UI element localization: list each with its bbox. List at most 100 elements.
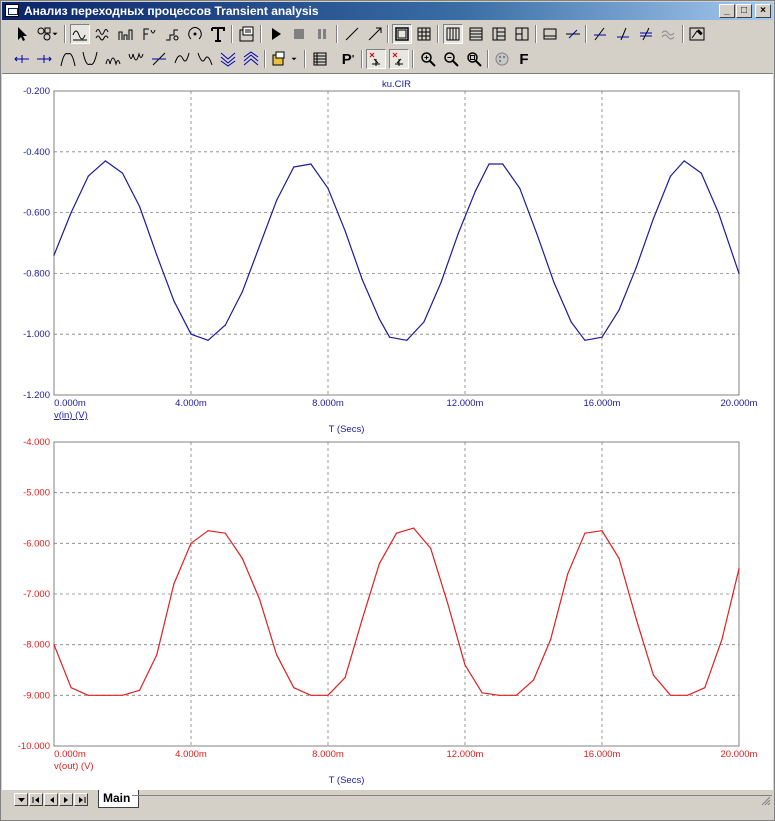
- y-tick-label: -0.200: [23, 86, 50, 97]
- separator: [487, 50, 489, 68]
- low-icon: [128, 52, 144, 61]
- peak-button[interactable]: [58, 49, 78, 69]
- export-button[interactable]: [687, 24, 707, 44]
- probe-3-button[interactable]: [636, 24, 656, 44]
- spectrum-button[interactable]: [93, 24, 113, 44]
- tag-dropdown[interactable]: [289, 49, 299, 69]
- layout-3-button[interactable]: [489, 24, 509, 44]
- cursor-cross-button[interactable]: [563, 24, 583, 44]
- markers-icon: [369, 52, 380, 66]
- valley-button[interactable]: [80, 49, 100, 69]
- cross-icon: [566, 29, 580, 39]
- series-line: [53, 527, 740, 696]
- zoom-fit-icon: [467, 52, 482, 67]
- slope-down-button[interactable]: [172, 49, 192, 69]
- data-point: [310, 163, 312, 165]
- maximize-button[interactable]: □: [736, 4, 752, 18]
- table-icon: [313, 52, 327, 66]
- cursor-right-button[interactable]: [34, 49, 54, 69]
- sheet-tab-main[interactable]: Main: [98, 790, 140, 808]
- sheet-nav-prev[interactable]: [44, 793, 58, 806]
- grid-button[interactable]: [414, 24, 434, 44]
- color-button[interactable]: [492, 49, 512, 69]
- data-point: [395, 532, 398, 534]
- y-tick-label: -0.400: [23, 147, 50, 158]
- sheet-nav-first[interactable]: [29, 793, 43, 806]
- tab-strip-divider: [132, 795, 772, 796]
- waveform-button[interactable]: [70, 24, 90, 44]
- stop-button[interactable]: [289, 24, 309, 44]
- cursor-left-button[interactable]: [12, 49, 32, 69]
- title-bar[interactable]: Анализ переходных процессов Transient an…: [2, 2, 773, 20]
- data-point: [669, 694, 672, 696]
- data-point: [738, 272, 740, 274]
- data-point: [457, 233, 459, 235]
- slope-up-button[interactable]: [149, 49, 169, 69]
- peak-icon: [60, 53, 76, 67]
- text-tool-button[interactable]: [208, 24, 228, 44]
- histogram-button[interactable]: [116, 24, 136, 44]
- run-button[interactable]: [266, 24, 286, 44]
- sheet-nav-next[interactable]: [59, 793, 73, 806]
- arrow-icon: [368, 27, 382, 41]
- inflection-button[interactable]: [195, 49, 215, 69]
- data-point: [241, 557, 243, 560]
- data-point: [721, 639, 723, 641]
- zoom-out-button[interactable]: [441, 49, 461, 69]
- plot-area[interactable]: 0.000m 4.000m 8.000m 12.000m 16.000m 20.000m -…: [2, 73, 773, 791]
- data-point: [276, 654, 278, 656]
- zoom-fit-button[interactable]: [464, 49, 484, 69]
- format-p-button[interactable]: P ': [338, 49, 358, 69]
- x-axis-label: T (Secs): [329, 424, 365, 435]
- sheet-nav-last[interactable]: [74, 793, 88, 806]
- layout-1-button[interactable]: [443, 24, 463, 44]
- high-button[interactable]: [103, 49, 123, 69]
- data-point: [310, 694, 312, 696]
- properties-button[interactable]: [237, 24, 257, 44]
- data-point: [536, 233, 538, 235]
- horizontal-line-button[interactable]: [540, 24, 560, 44]
- probe-4-button[interactable]: [659, 24, 679, 44]
- global-low-button[interactable]: [241, 49, 261, 69]
- probe-2-button[interactable]: [613, 24, 633, 44]
- layout-2-button[interactable]: [466, 24, 486, 44]
- data-point: [423, 321, 425, 323]
- plots-canvas[interactable]: 0.000m 4.000m 8.000m 12.000m 16.000m 20.000m -…: [2, 74, 773, 791]
- eye-pattern-button[interactable]: [139, 24, 159, 44]
- close-button[interactable]: ×: [755, 4, 771, 18]
- layout-split-icon: [492, 27, 506, 41]
- data-point: [156, 654, 158, 656]
- tag-button[interactable]: [270, 49, 290, 69]
- data-point: [683, 160, 685, 162]
- sheet-nav-dropdown[interactable]: [14, 793, 28, 806]
- frame-button[interactable]: [392, 24, 412, 44]
- separator: [437, 25, 439, 43]
- low-button[interactable]: [126, 49, 146, 69]
- pause-button[interactable]: [312, 24, 332, 44]
- global-high-icon: [220, 52, 236, 67]
- arrow-tool-button[interactable]: [365, 24, 385, 44]
- polar-button[interactable]: [185, 24, 205, 44]
- markers-1-button[interactable]: [366, 49, 386, 69]
- annotate-dropdown[interactable]: [50, 24, 60, 44]
- data-point: [139, 689, 141, 691]
- font-button[interactable]: F: [514, 49, 534, 69]
- resize-grip-icon[interactable]: [761, 796, 771, 806]
- line-tool-button[interactable]: [342, 24, 362, 44]
- markers-2-button[interactable]: [389, 49, 409, 69]
- smith-chart-button[interactable]: [162, 24, 182, 44]
- select-pointer-button[interactable]: [12, 24, 32, 44]
- x-tick-label: 16.000m: [584, 749, 621, 760]
- data-point: [481, 692, 483, 694]
- zoom-in-button[interactable]: [418, 49, 438, 69]
- cursor-right-icon: [37, 55, 52, 63]
- minimize-button[interactable]: _: [719, 4, 735, 18]
- layout-columns-icon: [446, 27, 460, 41]
- layout-4-button[interactable]: [512, 24, 532, 44]
- global-high-button[interactable]: [218, 49, 238, 69]
- data-table-button[interactable]: [310, 49, 330, 69]
- data-point: [618, 557, 620, 560]
- probe-1-button[interactable]: [590, 24, 610, 44]
- data-point: [241, 291, 243, 293]
- data-point: [550, 639, 552, 641]
